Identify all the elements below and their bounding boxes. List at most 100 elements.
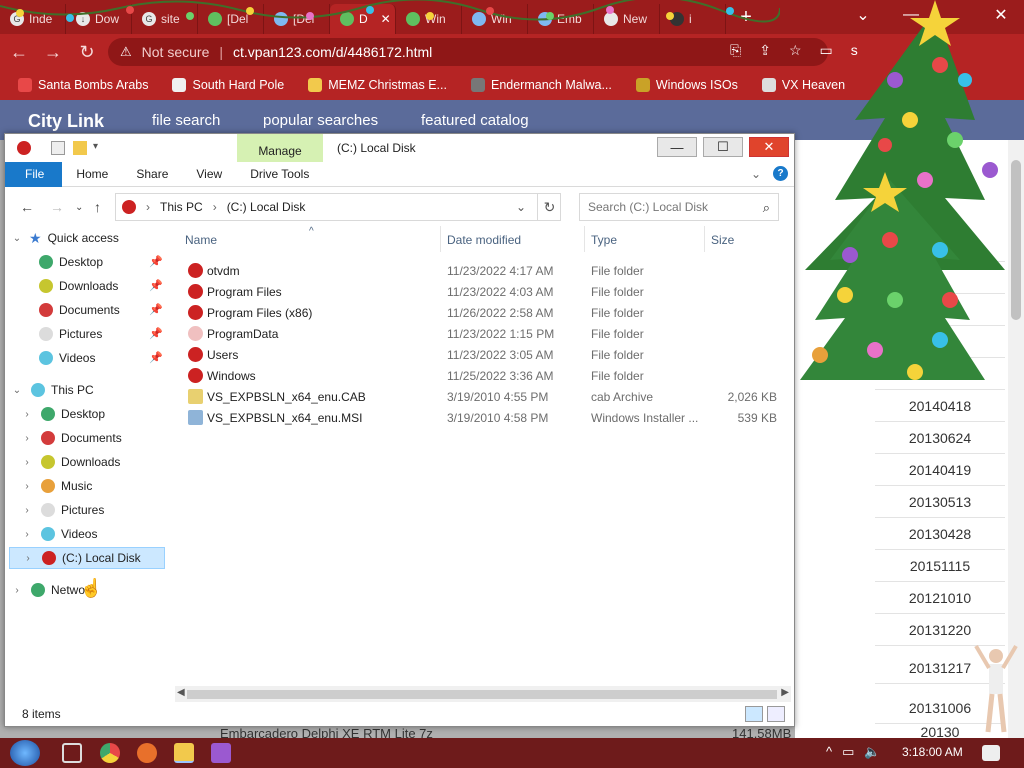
forward-arrow-icon[interactable]: → [50,199,64,215]
back-arrow-icon[interactable]: ← [4,37,34,67]
browser-tab[interactable]: G Inde [0,4,66,34]
url-bar[interactable]: ⚠ Not secure | ct.vpan123.com/d/4486172.… [108,38,828,66]
chrome-icon[interactable] [100,743,120,763]
address-bar[interactable]: › This PC › (C:) Local Disk ⌄ [115,193,561,221]
nav-pc-music[interactable]: › Music [5,475,165,497]
translate-icon[interactable]: ⎘ [730,42,741,59]
up-arrow-icon[interactable]: ↑ [94,199,101,215]
chevron-right-icon[interactable]: › [21,457,33,468]
refresh-button[interactable]: ↻ [537,193,561,221]
explorer-titlebar[interactable]: ▾ Manage (C:) Local Disk — ☐ ✕ [5,134,794,162]
bookmark-item[interactable]: Endermanch Malwa... [470,78,612,92]
minimize-icon[interactable]: — [888,0,934,30]
volume-icon[interactable]: 🔈 [864,744,880,760]
network-icon[interactable]: ▭ [842,744,854,760]
task-view-icon[interactable] [62,743,82,763]
file-row[interactable]: Windows 11/25/2022 3:36 AM File folder [175,365,787,386]
profile-avatar[interactable]: s [851,42,858,59]
chevron-right-icon[interactable]: › [21,529,33,540]
browser-tab[interactable]: New [594,4,660,34]
chevron-up-icon[interactable]: ^ [826,744,832,760]
start-button[interactable] [10,740,40,766]
column-divider[interactable] [440,226,441,252]
close-icon[interactable]: ✕ [381,12,391,26]
flag-icon[interactable]: ▭ [820,42,833,59]
browser-tab[interactable]: [Del [264,4,330,34]
breadcrumb-local-disk[interactable]: (C:) Local Disk [227,200,306,214]
nav-file-search[interactable]: file search [152,112,220,129]
chevron-down-icon[interactable]: ⌄ [11,233,23,244]
tab-home[interactable]: Home [62,162,122,187]
help-icon[interactable]: ? [773,166,788,181]
chevron-right-icon[interactable]: › [22,553,34,564]
browser-tab[interactable]: Win [396,4,462,34]
file-row[interactable]: ProgramData 11/23/2022 1:15 PM File folder [175,323,787,344]
reload-icon[interactable]: ↻ [72,37,102,67]
search-input[interactable]: Search (C:) Local Disk ⌕ [579,193,779,221]
file-row[interactable]: Program Files 11/23/2022 4:03 AM File fold… [175,281,787,302]
clock[interactable]: 3:18:00 AM [902,745,963,759]
properties-icon[interactable] [51,141,65,155]
close-button[interactable]: ✕ [749,137,789,157]
scrollbar-thumb[interactable] [1011,160,1021,320]
nav-local-disk[interactable]: › (C:) Local Disk [9,547,165,569]
bookmark-item[interactable]: Santa Bombs Arabs [18,78,148,92]
nav-quick-access[interactable]: ⌄ ★ Quick access [5,227,165,249]
nav-this-pc[interactable]: ⌄ This PC [5,379,165,401]
file-row[interactable]: VS_EXPBSLN_x64_enu.CAB 3/19/2010 4:55 PM c… [175,386,787,407]
nav-desktop[interactable]: Desktop 📌 [5,251,165,273]
scroll-left-icon[interactable]: ◀ [177,687,185,698]
drive-icon[interactable] [17,141,31,155]
browser-tab[interactable]: i [660,4,726,34]
file-row[interactable]: Program Files (x86) 11/26/2022 2:58 AM Fil… [175,302,787,323]
chevron-down-icon[interactable]: ▾ [93,141,107,155]
manage-context-tab[interactable]: Manage [237,134,323,162]
chevron-right-icon[interactable]: › [21,481,33,492]
column-header-date[interactable]: Date modified [447,233,521,247]
new-folder-icon[interactable] [73,141,87,155]
scroll-right-icon[interactable]: ▶ [781,687,789,698]
bookmark-item[interactable]: South Hard Pole [172,78,284,92]
column-divider[interactable] [584,226,585,252]
maximize-button[interactable]: ☐ [703,137,743,157]
browser-tab[interactable]: Emb [528,4,594,34]
minimize-button[interactable]: — [657,137,697,157]
browser-tab[interactable]: Win [462,4,528,34]
tab-file[interactable]: File [5,161,63,187]
tab-share[interactable]: Share [122,162,182,187]
back-arrow-icon[interactable]: ← [20,199,34,215]
nav-videos[interactable]: Videos 📌 [5,347,165,369]
page-scrollbar[interactable] [1008,140,1024,740]
chevron-down-icon[interactable]: ⌄ [840,0,886,30]
chevron-down-icon[interactable]: ⌄ [516,200,526,214]
browser-tab[interactable]: ↓ Dow [66,4,132,34]
column-header-name[interactable]: Name [185,233,217,247]
tab-drive-tools[interactable]: Drive Tools [236,162,323,187]
star-icon[interactable]: ☆ [789,42,802,59]
file-explorer-icon[interactable] [174,743,194,763]
recent-locations-icon[interactable]: ⌄ [75,202,83,213]
nav-pictures[interactable]: Pictures 📌 [5,323,165,345]
nav-downloads[interactable]: Downloads 📌 [5,275,165,297]
forward-arrow-icon[interactable]: → [38,37,68,67]
tab-view[interactable]: View [182,162,236,187]
nav-pc-desktop[interactable]: › Desktop [5,403,165,425]
bookmark-item[interactable]: Windows ISOs [635,78,738,92]
bookmark-item[interactable]: VX Heaven [761,78,845,92]
column-header-size[interactable]: Size [711,233,734,247]
chevron-right-icon[interactable]: › [146,200,150,214]
notifications-icon[interactable] [982,745,1000,761]
browser-tab-active[interactable]: D ✕ [330,4,396,34]
nav-featured-catalog[interactable]: featured catalog [421,112,529,129]
nav-pc-documents[interactable]: › Documents [5,427,165,449]
nav-pc-downloads[interactable]: › Downloads [5,451,165,473]
details-view-icon[interactable] [745,706,763,722]
browser-tab[interactable]: [Del [198,4,264,34]
bookmark-item[interactable]: MEMZ Christmas E... [308,78,447,92]
file-row[interactable]: VS_EXPBSLN_x64_enu.MSI 3/19/2010 4:58 PM W… [175,407,787,428]
large-icons-view-icon[interactable] [767,706,785,722]
column-divider[interactable] [704,226,705,252]
chevron-right-icon[interactable]: › [213,200,217,214]
share-icon[interactable]: ⇪ [759,42,771,59]
scrollbar-thumb[interactable] [187,690,777,699]
